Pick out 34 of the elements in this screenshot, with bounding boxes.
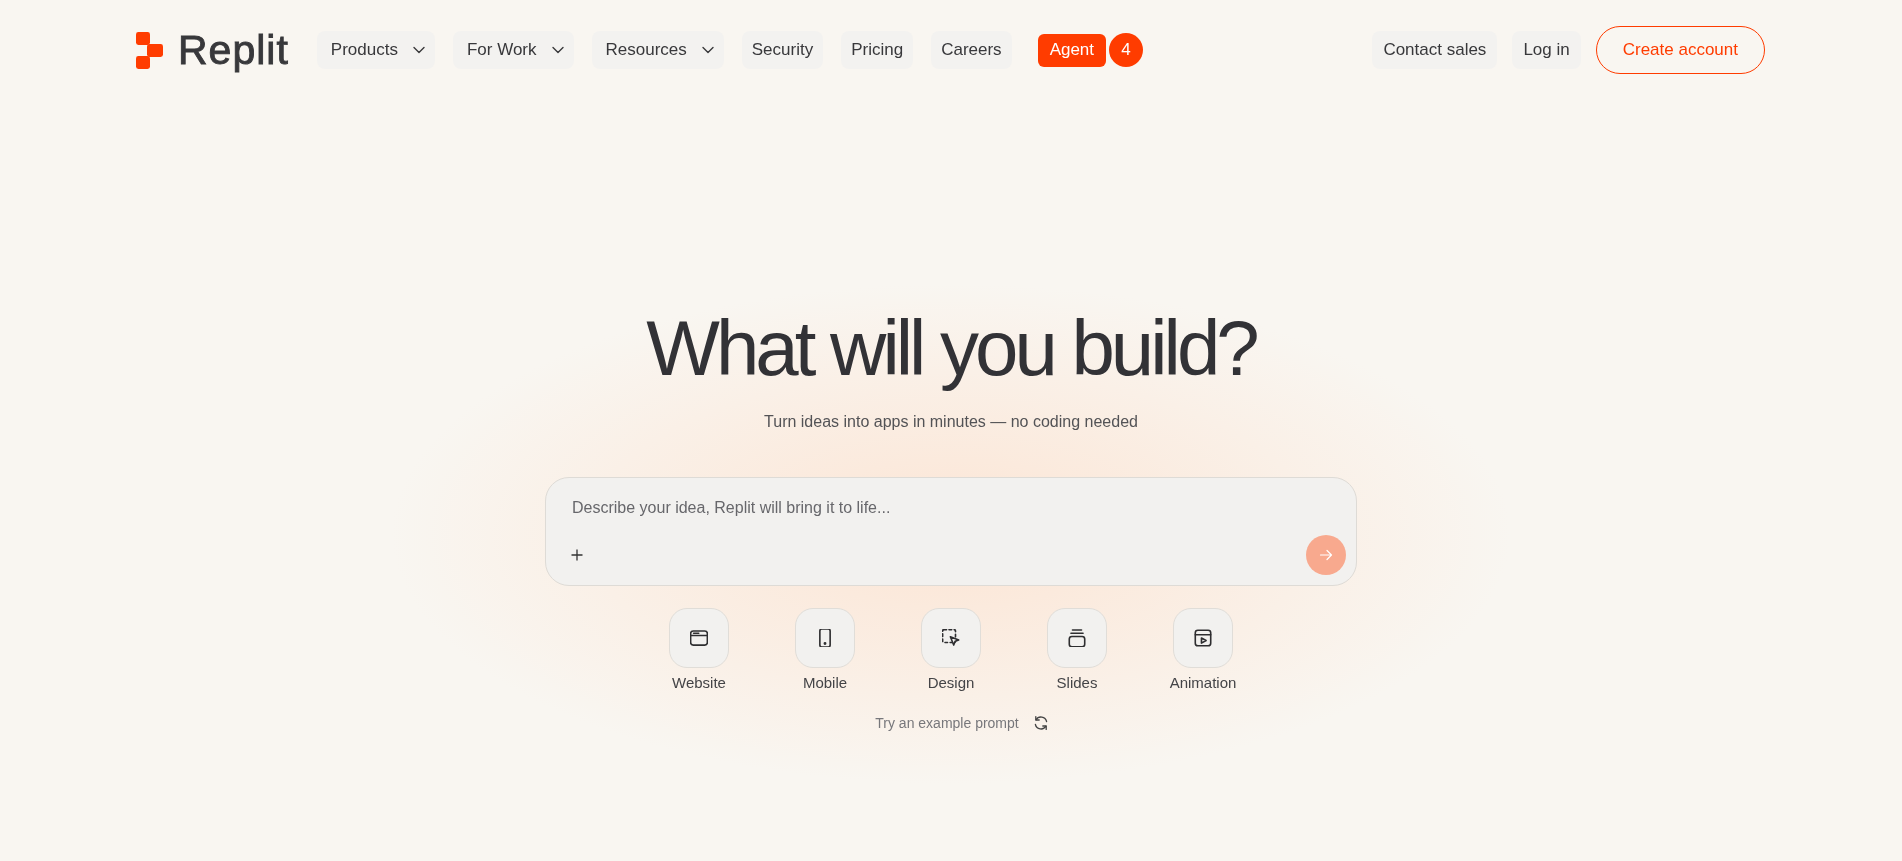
arrow-right-icon <box>1319 548 1333 562</box>
mode-label: Slides <box>1056 673 1098 693</box>
mode-label: Animation <box>1169 673 1237 693</box>
browser-window-icon <box>690 629 708 647</box>
mode-label: Mobile <box>802 673 848 693</box>
dashed-selection-cursor-icon <box>942 629 960 647</box>
nav-link[interactable]: Log in <box>1512 31 1581 69</box>
play-window-icon <box>1194 629 1212 647</box>
phone-icon <box>816 629 834 647</box>
plus-icon[interactable] <box>571 549 583 561</box>
logo-text[interactable]: Replit <box>178 29 289 71</box>
nav-link[interactable]: Careers <box>931 31 1012 69</box>
nav-link[interactable]: Contact sales <box>1372 31 1498 69</box>
nav-menu-button[interactable]: Products <box>316 31 435 69</box>
chevron-down-icon <box>701 46 714 54</box>
chevron-down-icon <box>412 46 425 54</box>
mode-button[interactable] <box>1173 608 1233 668</box>
chevron-down-icon <box>551 46 564 54</box>
mode-button[interactable] <box>669 608 729 668</box>
example-prompt-button[interactable]: Try an example prompt <box>875 713 1049 733</box>
count-badge: 4 <box>1109 33 1144 67</box>
stacked-cards-icon <box>1068 629 1086 647</box>
nav-link[interactable]: Pricing <box>841 31 914 69</box>
nav-menu-button[interactable]: For Work <box>452 31 574 69</box>
nav-link[interactable]: Security <box>741 31 824 69</box>
mode-button[interactable] <box>1047 608 1107 668</box>
logo-icon[interactable] <box>136 31 163 69</box>
refresh-icon <box>1032 715 1049 731</box>
prompt-input[interactable]: Describe your idea, Replit will bring it to life... <box>572 497 1172 519</box>
mode-label: Design <box>927 673 975 693</box>
mode-label: Website <box>672 673 726 693</box>
nav-menu-button[interactable]: Resources <box>591 31 724 69</box>
hero-subtitle: Turn ideas into apps in minutes — no coding needed <box>764 412 1138 432</box>
nav-highlight-button[interactable]: Agent <box>1037 33 1107 67</box>
